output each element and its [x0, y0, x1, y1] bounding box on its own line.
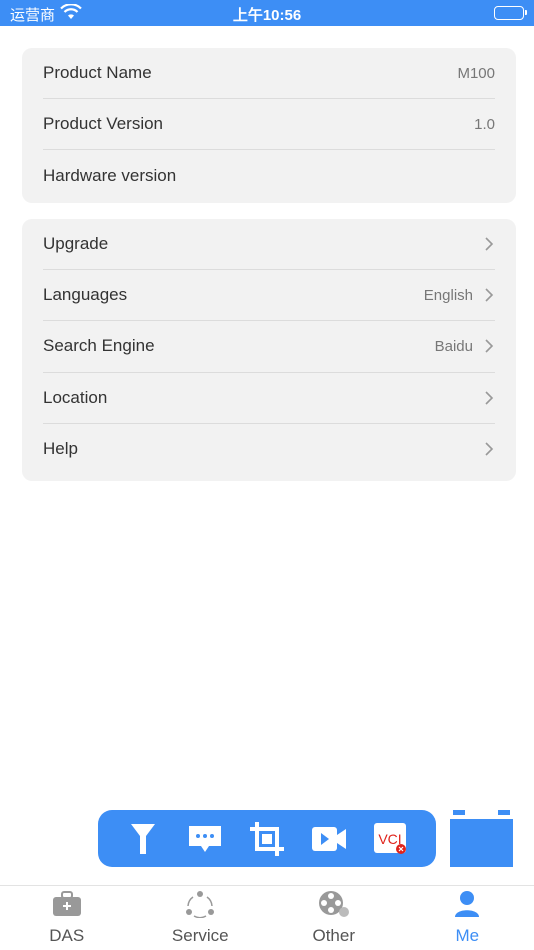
chevron-right-icon	[485, 391, 494, 405]
row-label: Search Engine	[43, 336, 155, 356]
row-label: Upgrade	[43, 234, 109, 254]
chevron-right-icon	[485, 288, 494, 302]
row-label: Languages	[43, 285, 128, 305]
status-bar: 运营商 上午10:56	[0, 0, 534, 26]
tab-label: Other	[312, 926, 356, 945]
crop-icon[interactable]	[249, 821, 285, 857]
row-label: Product Version	[43, 114, 164, 134]
row-value: 1.0	[474, 115, 495, 133]
battery-block-icon[interactable]	[450, 810, 513, 867]
location-row[interactable]: Location	[43, 373, 495, 424]
tab-label: DAS	[49, 926, 85, 945]
status-time: 上午10:56	[232, 7, 302, 24]
tab-label: Service	[171, 926, 229, 945]
languages-row[interactable]: Languages English	[43, 270, 495, 322]
tab-me[interactable]: Me	[401, 886, 534, 950]
row-label: Location	[43, 387, 108, 407]
product-info-card: Product Name M100 Product Version 1.0 Ha…	[22, 48, 516, 203]
chevron-right-icon	[485, 339, 494, 354]
film-reel-icon	[318, 889, 350, 919]
tab-other[interactable]: Other	[267, 886, 401, 950]
chevron-right-icon	[485, 237, 494, 251]
help-row[interactable]: Help	[43, 424, 495, 475]
tab-bar: DAS Service Other Me	[0, 885, 534, 950]
upgrade-row[interactable]: Upgrade	[43, 219, 495, 271]
row-label: Help	[43, 439, 78, 459]
toolbox-icon	[51, 889, 83, 919]
battery-icon	[494, 6, 527, 20]
hardware-version-row: Hardware version	[43, 150, 495, 201]
person-icon	[451, 889, 483, 919]
product-version-row: Product Version 1.0	[43, 99, 495, 151]
product-name-row: Product Name M100	[43, 48, 495, 100]
search-engine-row[interactable]: Search Engine Baidu	[43, 321, 495, 373]
message-icon[interactable]	[187, 821, 223, 857]
vci-label: VCI	[378, 831, 401, 847]
video-icon[interactable]	[311, 821, 347, 857]
tab-label: Me	[455, 926, 480, 945]
row-label: Product Name	[43, 63, 152, 83]
tab-das[interactable]: DAS	[0, 886, 134, 950]
chevron-right-icon	[485, 442, 494, 456]
tab-service[interactable]: Service	[134, 886, 268, 950]
share-icon	[184, 889, 216, 919]
row-label: Hardware version	[43, 165, 177, 185]
settings-card: Upgrade Languages English Search Engine …	[22, 219, 516, 481]
row-value: Baidu	[434, 337, 473, 355]
floating-toolbar: VCI	[98, 810, 436, 867]
vci-icon[interactable]: VCI	[373, 821, 409, 857]
row-value: English	[423, 286, 473, 304]
filter-icon[interactable]	[125, 821, 161, 857]
row-value: M100	[457, 64, 495, 82]
